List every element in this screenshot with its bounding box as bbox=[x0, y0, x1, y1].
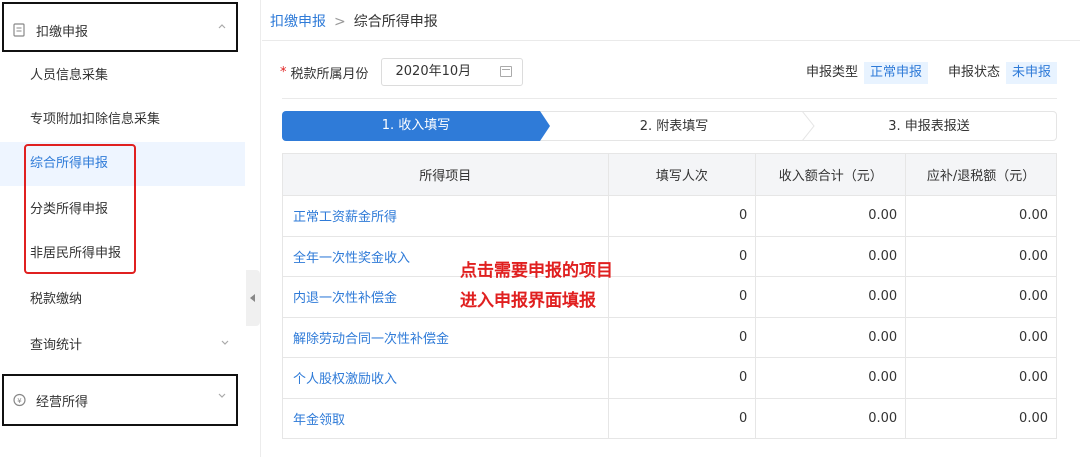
step-income[interactable]: 1. 收入填写 bbox=[282, 111, 550, 141]
document-icon bbox=[12, 23, 26, 37]
svg-text:¥: ¥ bbox=[17, 397, 22, 405]
sidebar-item-comprehensive[interactable]: 综合所得申报 bbox=[0, 142, 245, 186]
sidebar-item-label: 专项附加扣除信息采集 bbox=[30, 112, 161, 127]
count-cell: 0 bbox=[607, 357, 757, 399]
declaration-status: 申报状态 未申报 bbox=[948, 62, 1058, 84]
income-cell: 0.00 bbox=[755, 276, 907, 318]
column-header: 所得项目 bbox=[282, 153, 609, 196]
count-cell: 0 bbox=[607, 276, 757, 318]
declaration-type-badge: 正常申报 bbox=[864, 62, 929, 84]
step-indicator: 2. 附表填写 3. 申报表报送 1. 收入填写 bbox=[282, 111, 1057, 141]
declaration-type-label: 申报类型 bbox=[806, 65, 859, 80]
declaration-status-badge: 未申报 bbox=[1006, 62, 1058, 84]
income-table: 所得项目 填写人次 收入额合计（元） 应补/退税额（元） 正常工资薪金所得 0 … bbox=[282, 153, 1057, 439]
sidebar-item-label: 查询统计 bbox=[30, 338, 83, 353]
breadcrumb-separator: > bbox=[334, 14, 346, 30]
red-annotation: 点击需要申报的项目 进入申报界面填报 bbox=[460, 256, 613, 316]
sidebar: 扣缴申报 人员信息采集 专项附加扣除信息采集 综合所得申报 分类所得申报 非居民… bbox=[0, 0, 245, 457]
income-item-link[interactable]: 年金领取 bbox=[282, 397, 609, 439]
count-cell: 0 bbox=[607, 316, 757, 358]
declaration-type: 申报类型 正常申报 bbox=[806, 62, 929, 84]
breadcrumb-root[interactable]: 扣缴申报 bbox=[270, 14, 326, 30]
sidebar-item-label: 税款缴纳 bbox=[30, 292, 83, 307]
sidebar-item-tax-payment[interactable]: 税款缴纳 bbox=[0, 278, 245, 322]
income-cell: 0.00 bbox=[755, 235, 907, 277]
column-header: 收入额合计（元） bbox=[755, 153, 907, 196]
annotation-line: 进入申报界面填报 bbox=[460, 291, 596, 311]
month-field-row: * 税款所属月份 2020年10月 bbox=[280, 58, 523, 86]
section-divider bbox=[282, 98, 1057, 99]
month-picker[interactable]: 2020年10月 bbox=[380, 58, 523, 86]
count-cell: 0 bbox=[607, 235, 757, 277]
app-root: 扣缴申报 人员信息采集 专项附加扣除信息采集 综合所得申报 分类所得申报 非居民… bbox=[0, 0, 1080, 457]
sidebar-item-label: 综合所得申报 bbox=[30, 156, 109, 171]
tax-cell: 0.00 bbox=[905, 397, 1057, 439]
income-item-link[interactable]: 个人股权激励收入 bbox=[282, 357, 609, 399]
annotation-line: 点击需要申报的项目 bbox=[460, 261, 613, 281]
income-item-link[interactable]: 解除劳动合同一次性补偿金 bbox=[282, 316, 609, 358]
main-content: 扣缴申报 > 综合所得申报 * 税款所属月份 2020年10月 申报类型 正常申报 申… bbox=[262, 0, 1080, 457]
tax-cell: 0.00 bbox=[905, 357, 1057, 399]
table-row: 全年一次性奖金收入 0 0.00 0.00 bbox=[282, 235, 1057, 277]
step-label: 3. 申报表报送 bbox=[888, 119, 970, 134]
column-header: 填写人次 bbox=[607, 153, 757, 196]
sidebar-group-label: 经营所得 bbox=[36, 394, 89, 410]
sidebar-item-label: 分类所得申报 bbox=[30, 202, 109, 217]
table-row: 解除劳动合同一次性补偿金 0 0.00 0.00 bbox=[282, 316, 1057, 358]
month-value: 2020年10月 bbox=[395, 64, 472, 79]
table-row: 内退一次性补偿金 0 0.00 0.00 bbox=[282, 276, 1057, 318]
count-cell: 0 bbox=[607, 195, 757, 237]
sidebar-group-withholding[interactable]: 扣缴申报 bbox=[0, 4, 245, 56]
month-label: 税款所属月份 bbox=[290, 66, 369, 82]
tax-cell: 0.00 bbox=[905, 276, 1057, 318]
required-mark: * bbox=[280, 64, 287, 80]
sidebar-item-label: 人员信息采集 bbox=[30, 68, 109, 83]
sidebar-item-personnel[interactable]: 人员信息采集 bbox=[0, 54, 245, 98]
declaration-status-label: 申报状态 bbox=[948, 65, 1001, 80]
step-label: 2. 附表填写 bbox=[639, 119, 709, 134]
column-header: 应补/退税额（元） bbox=[905, 153, 1057, 196]
sidebar-item-query[interactable]: 查询统计 bbox=[0, 324, 245, 368]
income-item-link[interactable]: 正常工资薪金所得 bbox=[282, 195, 609, 237]
sidebar-item-classified[interactable]: 分类所得申报 bbox=[0, 188, 245, 232]
sidebar-collapse-handle[interactable] bbox=[246, 270, 260, 326]
step-chevron bbox=[801, 111, 815, 141]
shield-icon: ¥ bbox=[12, 393, 26, 407]
tax-cell: 0.00 bbox=[905, 316, 1057, 358]
table-row: 正常工资薪金所得 0 0.00 0.00 bbox=[282, 195, 1057, 237]
sidebar-item-nonresident[interactable]: 非居民所得申报 bbox=[0, 232, 245, 276]
income-cell: 0.00 bbox=[755, 316, 907, 358]
header-divider bbox=[262, 40, 1080, 41]
count-cell: 0 bbox=[607, 397, 757, 439]
sidebar-group-label: 扣缴申报 bbox=[36, 24, 89, 40]
breadcrumb-current: 综合所得申报 bbox=[353, 14, 438, 30]
tax-cell: 0.00 bbox=[905, 235, 1057, 277]
sidebar-group-business[interactable]: ¥ 经营所得 bbox=[0, 374, 245, 426]
income-cell: 0.00 bbox=[755, 357, 907, 399]
income-cell: 0.00 bbox=[755, 195, 907, 237]
calendar-icon bbox=[499, 66, 512, 77]
step-submit[interactable]: 3. 申报表报送 bbox=[802, 111, 1057, 141]
chevron-up-icon bbox=[217, 21, 229, 33]
sidebar-item-label: 非居民所得申报 bbox=[30, 246, 122, 261]
chevron-down-icon bbox=[217, 391, 229, 403]
table-row: 个人股权激励收入 0 0.00 0.00 bbox=[282, 357, 1057, 399]
step-attachment[interactable]: 2. 附表填写 bbox=[540, 111, 808, 141]
table-row: 年金领取 0 0.00 0.00 bbox=[282, 397, 1057, 439]
chevron-down-icon bbox=[220, 324, 230, 368]
sidebar-item-special-deduction[interactable]: 专项附加扣除信息采集 bbox=[0, 98, 245, 142]
vertical-divider bbox=[260, 0, 261, 457]
breadcrumb: 扣缴申报 > 综合所得申报 bbox=[270, 10, 438, 34]
step-label: 1. 收入填写 bbox=[381, 118, 451, 133]
table-header-row: 所得项目 填写人次 收入额合计（元） 应补/退税额（元） bbox=[282, 153, 1057, 196]
tax-cell: 0.00 bbox=[905, 195, 1057, 237]
income-cell: 0.00 bbox=[755, 397, 907, 439]
